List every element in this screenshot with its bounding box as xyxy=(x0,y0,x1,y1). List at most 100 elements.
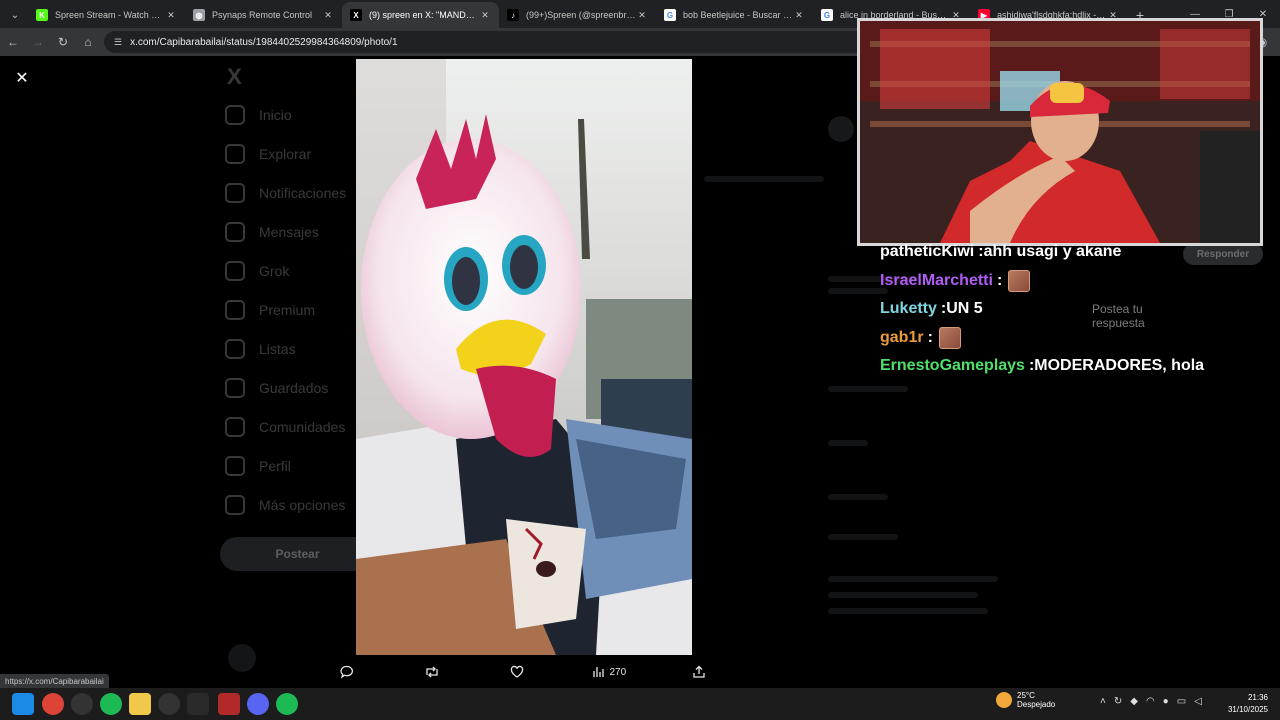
sidebar-item[interactable]: Premium xyxy=(225,295,315,325)
reply-action[interactable] xyxy=(340,665,358,679)
tab-favicon-icon: X xyxy=(350,9,362,21)
browser-tab[interactable]: X (9) spreen en X: "MANDANME✕ xyxy=(342,2,499,28)
forward-icon[interactable]: → xyxy=(26,30,50,54)
sidebar-item-label: Notificaciones xyxy=(259,185,347,201)
sidebar-item[interactable]: Inicio xyxy=(225,100,292,130)
status-url: https://x.com/Capibarabailai xyxy=(0,674,109,688)
chat-text: MODERADORES, hola xyxy=(1034,357,1205,374)
reload-icon[interactable]: ↻ xyxy=(51,30,75,54)
obs-icon[interactable] xyxy=(71,693,93,715)
tab-close-icon[interactable]: ✕ xyxy=(793,10,805,21)
sidebar-item[interactable]: Notificaciones xyxy=(225,178,346,208)
webcam-image xyxy=(860,21,1260,243)
wifi-icon[interactable]: ◠ xyxy=(1146,696,1155,707)
sidebar-item-label: Comunidades xyxy=(259,419,346,435)
avatar[interactable] xyxy=(228,644,256,672)
sidebar-item-icon xyxy=(225,105,245,125)
heart-icon xyxy=(510,665,523,678)
folder-icon[interactable] xyxy=(129,693,151,715)
sidebar-item[interactable]: Más opciones xyxy=(225,490,345,520)
app-tool-icon[interactable] xyxy=(218,693,240,715)
tab-title: (9) spreen en X: "MANDANME xyxy=(369,10,479,20)
sidebar-item-label: Mensajes xyxy=(259,224,319,240)
tab-close-icon[interactable]: ✕ xyxy=(322,10,334,21)
sidebar-item-label: Explorar xyxy=(259,146,312,162)
chat-username[interactable]: Luketty xyxy=(880,300,937,318)
chat-separator: : xyxy=(996,271,1003,289)
sidebar-item[interactable]: Listas xyxy=(225,334,296,364)
sidebar-item-label: Guardados xyxy=(259,380,329,396)
spotify-icon[interactable] xyxy=(276,693,298,715)
sidebar-item-label: Premium xyxy=(259,302,316,318)
reply-icon xyxy=(340,665,354,679)
chat-username[interactable]: gab1r xyxy=(880,329,924,347)
chat-username[interactable]: patheticKiwi xyxy=(880,243,974,261)
tab-title: Spreen Stream - Watch Live on xyxy=(55,10,165,20)
sidebar-item[interactable]: Comunidades xyxy=(225,412,345,442)
browser-tab[interactable]: ◍ Psynaps Remote Control ✕ xyxy=(185,2,342,28)
weather-widget[interactable]: 25°C Despejado xyxy=(996,691,1055,709)
like-action[interactable] xyxy=(510,665,528,679)
browser-tab[interactable]: ♪ (99+)Spreen (@spreenbro) ofic✕ xyxy=(499,2,656,28)
chat-message: patheticKiwi: ahh usagi y akane xyxy=(880,239,1121,265)
tab-favicon-icon: G xyxy=(821,9,833,21)
browser-tab[interactable]: Gbob Beetlejuice - Buscar con G✕ xyxy=(656,2,813,28)
sidebar-item-icon xyxy=(225,456,245,476)
back-icon[interactable]: ← xyxy=(1,30,25,54)
repost-icon xyxy=(426,666,438,678)
tab-close-icon[interactable]: ✕ xyxy=(636,10,648,21)
sidebar-item[interactable]: Grok xyxy=(225,256,289,286)
chat-username[interactable]: IsraelMarchetti xyxy=(880,272,993,290)
photo-action-bar: 270 xyxy=(340,660,710,684)
repost-action[interactable] xyxy=(424,665,444,679)
sidebar-item-label: Inicio xyxy=(259,107,292,123)
tab-favicon-icon: ◍ xyxy=(193,9,205,21)
tab-close-icon[interactable]: ✕ xyxy=(165,10,177,21)
chevron-up-icon[interactable]: ˄ xyxy=(1100,696,1106,707)
close-icon[interactable]: ✕ xyxy=(12,68,32,88)
sidebar-item-icon xyxy=(225,144,245,164)
chicken-mask-photo xyxy=(356,59,692,655)
discord-icon[interactable] xyxy=(247,693,269,715)
sidebar-item-label: Más opciones xyxy=(259,497,346,513)
sidebar-item-icon xyxy=(225,222,245,242)
tab-close-icon[interactable]: ✕ xyxy=(479,10,491,21)
clock[interactable]: 21:36 31/10/2025 xyxy=(1228,692,1268,716)
chat-message: IsraelMarchetti: xyxy=(880,268,1031,294)
volume-icon[interactable]: ◁ xyxy=(1194,696,1202,707)
weather-desc: Despejado xyxy=(1017,700,1056,709)
tab-search-icon[interactable]: ⌄ xyxy=(2,2,28,28)
microphone-icon[interactable]: ● xyxy=(1163,696,1169,707)
app-mm-icon[interactable] xyxy=(187,693,209,715)
spotify-icon[interactable] xyxy=(100,693,122,715)
sidebar-item[interactable]: Guardados xyxy=(225,373,328,403)
reply-input[interactable]: Postea tu respuesta xyxy=(1092,302,1172,330)
post-photo[interactable] xyxy=(356,59,692,655)
site-info-icon[interactable]: ☰ xyxy=(114,37,122,48)
sidebar-item-icon xyxy=(225,495,245,515)
app-4k-icon[interactable] xyxy=(158,693,180,715)
display-icon[interactable]: ▭ xyxy=(1177,696,1186,707)
sync-icon[interactable]: ↻ xyxy=(1114,696,1122,707)
tab-favicon-icon: ♪ xyxy=(507,9,519,21)
taskbar: 25°C Despejado ˄ ↻ ◆ ◠ ● ▭ ◁ 21:36 31/10… xyxy=(0,688,1280,720)
sidebar-item[interactable]: Explorar xyxy=(225,139,311,169)
post-button[interactable]: Postear xyxy=(220,537,375,571)
sidebar-item-icon xyxy=(225,183,245,203)
home-icon[interactable]: ⌂ xyxy=(76,30,100,54)
sidebar-item[interactable]: Perfil xyxy=(225,451,291,481)
views-action[interactable]: 270 xyxy=(593,666,626,678)
browser-tab[interactable]: K Spreen Stream - Watch Live on✕ xyxy=(28,2,185,28)
shield-icon[interactable]: ◆ xyxy=(1130,696,1138,707)
x-logo-icon[interactable]: X xyxy=(227,64,242,90)
windows-start-icon[interactable] xyxy=(12,693,34,715)
chrome-icon[interactable] xyxy=(42,693,64,715)
clock-time: 21:36 xyxy=(1247,693,1268,702)
sidebar-item[interactable]: Mensajes xyxy=(225,217,319,247)
share-icon xyxy=(693,665,705,678)
chat-separator: : xyxy=(927,328,933,346)
share-action[interactable] xyxy=(692,665,710,679)
chat-username[interactable]: ErnestoGameplays xyxy=(880,357,1025,375)
sidebar-item-icon xyxy=(225,261,245,281)
reply-button[interactable]: Responder xyxy=(1183,243,1263,265)
